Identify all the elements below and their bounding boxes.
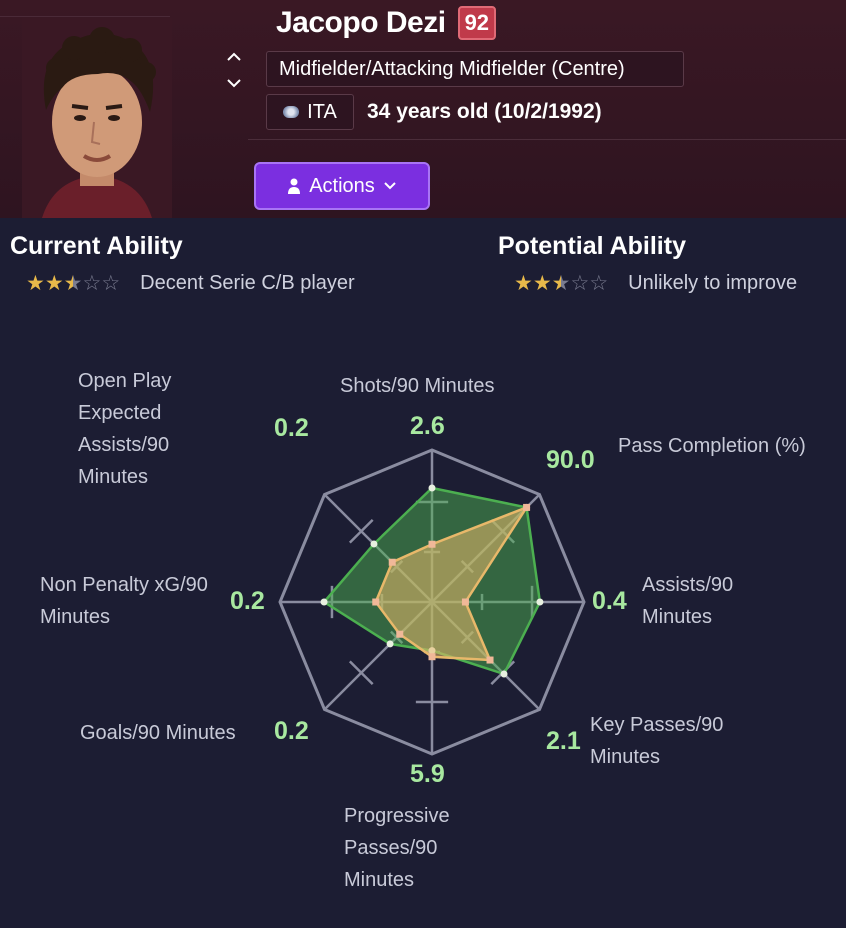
- metric-value-key-passes: 2.1: [546, 727, 581, 755]
- comparison-point: [486, 656, 494, 664]
- player-point: [500, 670, 508, 678]
- player-point: [320, 598, 328, 606]
- metric-value-progressive-passes: 5.9: [410, 760, 445, 788]
- metric-value-open-play-xa: 0.2: [274, 414, 309, 442]
- player-point: [536, 598, 544, 606]
- metric-label-pass-completion: Pass Completion (%): [618, 435, 806, 457]
- comparison-point: [461, 598, 469, 606]
- comparison-point: [388, 558, 396, 566]
- metric-value-shots: 2.6: [410, 412, 445, 440]
- metric-label-npxg: Non Penalty xG/90 Minutes: [40, 574, 208, 628]
- metric-value-pass-completion: 90.0: [546, 446, 595, 474]
- comparison-point: [428, 653, 436, 661]
- player-point: [370, 540, 378, 548]
- metric-label-shots: Shots/90 Minutes: [340, 375, 495, 397]
- player-point: [386, 640, 394, 648]
- metric-label-key-passes: Key Passes/90 Minutes: [590, 714, 724, 768]
- metric-label-assists: Assists/90 Minutes: [642, 574, 734, 628]
- comparison-point: [523, 503, 531, 511]
- metric-value-goals: 0.2: [274, 717, 309, 745]
- comparison-point: [428, 540, 436, 548]
- metric-label-progressive-passes: Progressive Passes/90 Minutes: [344, 805, 450, 891]
- metric-label-open-play-xa: Open Play Expected Assists/90 Minutes: [78, 370, 172, 488]
- player-point: [428, 484, 436, 492]
- comparison-point: [372, 598, 380, 606]
- comparison-point: [396, 630, 404, 638]
- metric-label-goals: Goals/90 Minutes: [80, 722, 236, 744]
- metric-value-npxg: 0.2: [230, 587, 265, 615]
- metric-value-assists: 0.4: [592, 587, 627, 615]
